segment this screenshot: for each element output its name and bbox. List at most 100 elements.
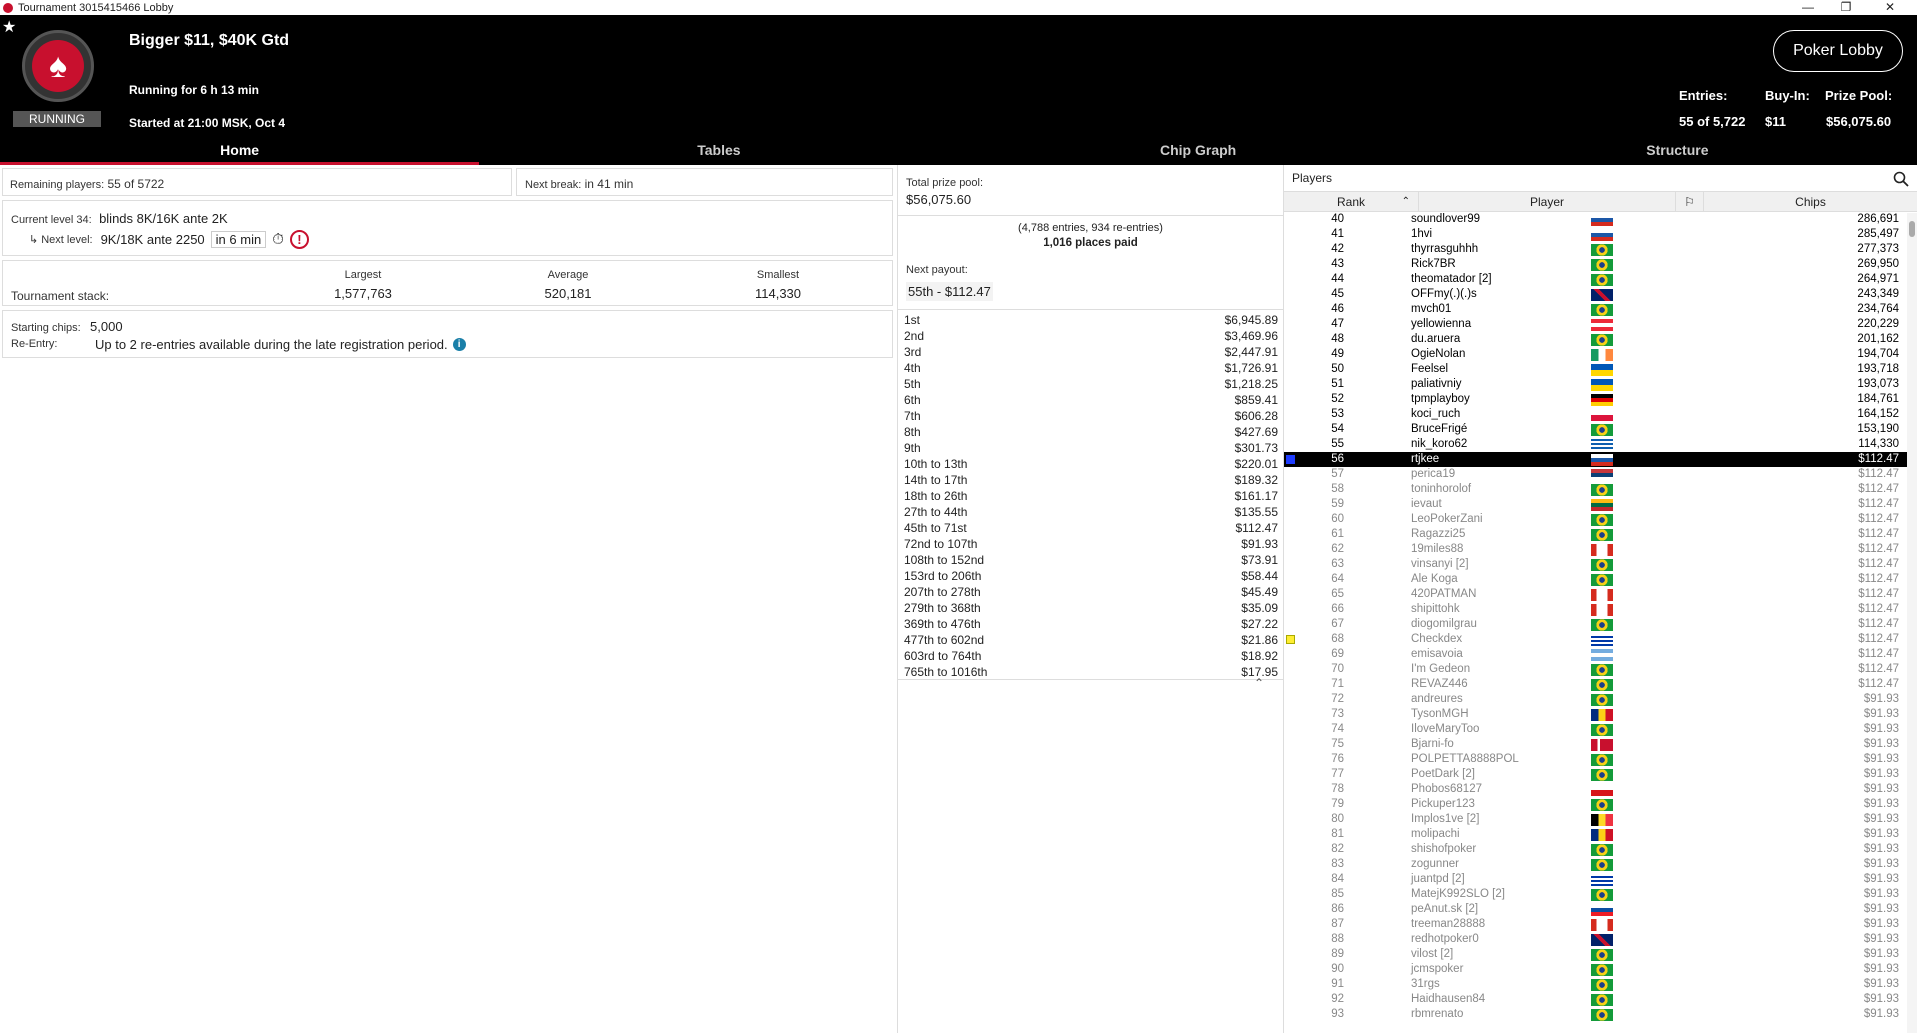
player-row[interactable]: 91 31rgs $91.93 xyxy=(1284,977,1917,992)
player-row[interactable]: 47 yellowienna 220,229 xyxy=(1284,317,1917,332)
alert-icon[interactable]: ! xyxy=(289,230,309,249)
player-row[interactable]: 41 1hvi 285,497 xyxy=(1284,227,1917,242)
player-row[interactable]: 86 peAnut.sk [2] $91.93 xyxy=(1284,902,1917,917)
payout-place: 2nd xyxy=(904,329,925,343)
player-row[interactable]: 67 diogomilgrau $112.47 xyxy=(1284,617,1917,632)
tab-tables[interactable]: Tables xyxy=(479,135,958,165)
player-name: jcmspoker xyxy=(1411,963,1464,975)
player-row[interactable]: 71 REVAZ446 $112.47 xyxy=(1284,677,1917,692)
player-row[interactable]: 74 IloveMaryToo $91.93 xyxy=(1284,722,1917,737)
column-rank[interactable]: Rank ⌃ xyxy=(1284,192,1419,211)
player-row[interactable]: 92 Haidhausen84 $91.93 xyxy=(1284,992,1917,1007)
player-rank: 46 xyxy=(1331,303,1344,315)
player-row[interactable]: 87 treeman28888 $91.93 xyxy=(1284,917,1917,932)
tab-chip-graph[interactable]: Chip Graph xyxy=(959,135,1438,165)
payout-place: 369th to 476th xyxy=(904,617,981,631)
player-row[interactable]: 54 BruceFrigé 153,190 xyxy=(1284,422,1917,437)
payout-place: 27th to 44th xyxy=(904,505,968,519)
player-row[interactable]: 60 LeoPokerZani $112.47 xyxy=(1284,512,1917,527)
player-row[interactable]: 81 molipachi $91.93 xyxy=(1284,827,1917,842)
player-row[interactable]: 83 zogunner $91.93 xyxy=(1284,857,1917,872)
player-row[interactable]: 50 Feelsel 193,718 xyxy=(1284,362,1917,377)
player-name: emisavoia xyxy=(1411,648,1463,660)
player-row[interactable]: 88 redhotpoker0 $91.93 xyxy=(1284,932,1917,947)
tab-bar: Home Tables Chip Graph Structure xyxy=(0,135,1917,165)
player-rank: 77 xyxy=(1331,768,1344,780)
column-chips[interactable]: Chips xyxy=(1704,192,1917,211)
player-name: du.aruera xyxy=(1411,333,1461,345)
column-player[interactable]: Player xyxy=(1419,192,1676,211)
player-row[interactable]: 59 ievaut $112.47 xyxy=(1284,497,1917,512)
player-row[interactable]: 62 19miles88 $112.47 xyxy=(1284,542,1917,557)
player-row[interactable]: 78 Phobos68127 $91.93 xyxy=(1284,782,1917,797)
scroll-thumb[interactable] xyxy=(1909,221,1915,237)
player-row[interactable]: 70 I'm Gedeon $112.47 xyxy=(1284,662,1917,677)
player-row[interactable]: 43 Rick7BR 269,950 xyxy=(1284,257,1917,272)
player-name: 19miles88 xyxy=(1411,543,1464,555)
player-row[interactable]: 48 du.aruera 201,162 xyxy=(1284,332,1917,347)
player-row[interactable]: 40 soundlover99 286,691 xyxy=(1284,212,1917,227)
country-flag-icon xyxy=(1591,408,1613,421)
player-row[interactable]: 90 jcmspoker $91.93 xyxy=(1284,962,1917,977)
player-row-self[interactable]: 56 rtjkee $112.47 xyxy=(1284,452,1917,467)
player-row[interactable]: 51 paliativniy 193,073 xyxy=(1284,377,1917,392)
player-chips: $112.47 xyxy=(1858,663,1899,675)
search-icon[interactable] xyxy=(1893,171,1909,187)
player-row[interactable]: 85 MatejK992SLO [2] $91.93 xyxy=(1284,887,1917,902)
player-row[interactable]: 49 OgieNolan 194,704 xyxy=(1284,347,1917,362)
flag-column-icon[interactable]: ⚐ xyxy=(1676,192,1704,211)
player-row[interactable]: 75 Bjarni-fo $91.93 xyxy=(1284,737,1917,752)
player-row[interactable]: 68 Checkdex $112.47 xyxy=(1284,632,1917,647)
payout-place: 72nd to 107th xyxy=(904,537,978,551)
timer-icon[interactable]: ⏱ xyxy=(272,231,284,248)
player-row[interactable]: 61 Ragazzi25 $112.47 xyxy=(1284,527,1917,542)
remaining-players-box: Remaining players: 55 of 5722 xyxy=(2,168,512,196)
player-rank: 67 xyxy=(1331,618,1344,630)
player-row[interactable]: 55 nik_koro62 114,330 xyxy=(1284,437,1917,452)
player-row[interactable]: 65 420PATMAN $112.47 xyxy=(1284,587,1917,602)
player-chips: $112.47 xyxy=(1858,678,1899,690)
info-icon[interactable]: i xyxy=(452,338,466,351)
player-row[interactable]: 58 toninhorolof $112.47 xyxy=(1284,482,1917,497)
player-row[interactable]: 76 POLPETTA8888POL $91.93 xyxy=(1284,752,1917,767)
player-row[interactable]: 82 shishofpoker $91.93 xyxy=(1284,842,1917,857)
player-row[interactable]: 57 perica19 $112.47 xyxy=(1284,467,1917,482)
player-row[interactable]: 72 andreures $91.93 xyxy=(1284,692,1917,707)
player-row[interactable]: 42 thyrrasguhhh 277,373 xyxy=(1284,242,1917,257)
minimize-icon[interactable]: — xyxy=(1788,0,1828,15)
player-row[interactable]: 63 vinsanyi [2] $112.47 xyxy=(1284,557,1917,572)
sort-asc-icon: ⌃ xyxy=(1401,196,1410,207)
player-row[interactable]: 64 Ale Koga $112.47 xyxy=(1284,572,1917,587)
player-chips: $112.47 xyxy=(1858,588,1899,600)
favorite-star-icon[interactable]: ★ xyxy=(2,17,16,37)
player-chips: $112.47 xyxy=(1858,468,1899,480)
player-row[interactable]: 52 tpmplayboy 184,761 xyxy=(1284,392,1917,407)
player-chips: $91.93 xyxy=(1863,843,1899,855)
player-row[interactable]: 45 OFFmy(.)(.)s 243,349 xyxy=(1284,287,1917,302)
player-row[interactable]: 77 PoetDark [2] $91.93 xyxy=(1284,767,1917,782)
player-row[interactable]: 89 vilost [2] $91.93 xyxy=(1284,947,1917,962)
player-name: I'm Gedeon xyxy=(1411,663,1471,675)
player-row[interactable]: 69 emisavoia $112.47 xyxy=(1284,647,1917,662)
tab-structure[interactable]: Structure xyxy=(1438,135,1917,165)
poker-lobby-button[interactable]: Poker Lobby xyxy=(1773,30,1903,72)
player-row[interactable]: 84 juantpd [2] $91.93 xyxy=(1284,872,1917,887)
player-row[interactable]: 79 Pickuper123 $91.93 xyxy=(1284,797,1917,812)
tab-home[interactable]: Home xyxy=(0,135,480,165)
player-row[interactable]: 46 mvch01 234,764 xyxy=(1284,302,1917,317)
close-icon[interactable]: ✕ xyxy=(1870,0,1910,15)
collapse-chevron-up-icon[interactable]: ⌃ xyxy=(1254,676,1264,690)
player-row[interactable]: 44 theomatador [2] 264,971 xyxy=(1284,272,1917,287)
restore-icon[interactable]: ❐ xyxy=(1826,0,1866,15)
player-row[interactable]: 73 TysonMGH $91.93 xyxy=(1284,707,1917,722)
payout-row: 3rd $2,447.91 xyxy=(898,344,1283,360)
player-row[interactable]: 66 shipittohk $112.47 xyxy=(1284,602,1917,617)
player-row[interactable]: 53 koci_ruch 164,152 xyxy=(1284,407,1917,422)
player-chips: 193,718 xyxy=(1857,363,1899,375)
players-scrollbar[interactable] xyxy=(1907,213,1917,1033)
player-chips: 277,373 xyxy=(1857,243,1899,255)
reentry-value: Up to 2 re-entries available during the … xyxy=(95,337,448,352)
payout-place: 477th to 602nd xyxy=(904,633,985,647)
player-row[interactable]: 80 Implos1ve [2] $91.93 xyxy=(1284,812,1917,827)
player-row[interactable]: 93 rbmrenato $91.93 xyxy=(1284,1007,1917,1022)
